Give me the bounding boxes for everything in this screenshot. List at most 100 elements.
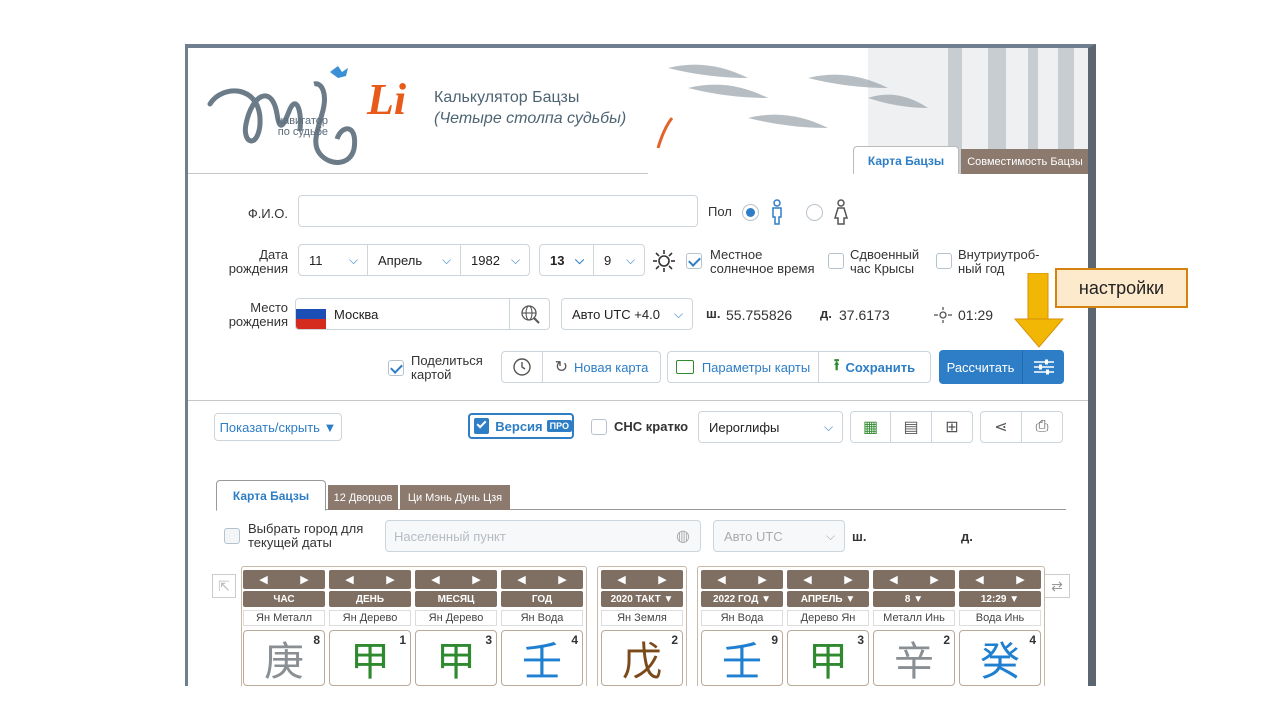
pillar-label[interactable]: 8 ▼ [873, 591, 955, 607]
share-button[interactable]: ⋖ [980, 411, 1022, 443]
pillar-nav[interactable]: ◀ ▶ [415, 570, 497, 589]
expand-icon[interactable]: ⇱ [212, 574, 236, 598]
history-button[interactable] [501, 351, 543, 383]
select-city-current-date-checkbox[interactable] [224, 528, 240, 544]
pillar-stem-glyph[interactable]: 癸4 [959, 630, 1041, 686]
prev-arrow-icon[interactable]: ◀ [501, 570, 542, 589]
next-arrow-icon[interactable]: ▶ [370, 570, 411, 589]
city-input[interactable]: Москва [295, 298, 550, 330]
pillar-nav[interactable]: ◀ ▶ [243, 570, 325, 589]
gender-female-radio[interactable] [806, 204, 823, 221]
next-arrow-icon[interactable]: ▶ [1000, 570, 1041, 589]
hour-select[interactable]: 13 ⌵ [539, 244, 594, 276]
pillar-stem-glyph[interactable]: 庚8 [243, 630, 325, 686]
next-arrow-icon[interactable]: ▶ [742, 570, 783, 589]
subtab-12-palaces[interactable]: 12 Дворцов [328, 485, 398, 510]
intrauterine-year-checkbox[interactable] [936, 253, 952, 269]
russia-flag-icon [296, 299, 326, 329]
prev-arrow-icon[interactable]: ◀ [701, 570, 742, 589]
pillar-stem-glyph[interactable]: 戊2 [601, 630, 683, 686]
current-longitude-label: д. [961, 529, 973, 544]
map-params-button[interactable]: Параметры карты [667, 351, 819, 383]
pillar-element: Ян Вода [701, 610, 783, 626]
pillar-label[interactable]: ДЕНЬ [329, 591, 411, 607]
current-city-input[interactable]: Населенный пункт ◍ [385, 520, 701, 552]
globe-search-icon[interactable] [509, 299, 549, 329]
calendar-view-button[interactable]: ▤ [890, 411, 932, 443]
logo-subtext: навигатор по судьбе [277, 115, 328, 138]
pillar-stem-glyph[interactable]: 壬9 [701, 630, 783, 686]
pillar-nav[interactable]: ◀ ▶ [873, 570, 955, 589]
prev-arrow-icon[interactable]: ◀ [601, 570, 642, 589]
pillar-nav[interactable]: ◀ ▶ [329, 570, 411, 589]
subtab-qimen[interactable]: Ци Мэнь Дунь Цзя [400, 485, 510, 510]
chs-short-checkbox[interactable] [591, 419, 607, 435]
prev-arrow-icon[interactable]: ◀ [959, 570, 1000, 589]
next-arrow-icon[interactable]: ▶ [642, 570, 683, 589]
share-map-checkbox[interactable] [388, 360, 404, 376]
layout-view-button[interactable]: ▦ [850, 411, 891, 443]
pillar-nav[interactable]: ◀ ▶ [601, 570, 683, 589]
display-mode-select[interactable]: Иероглифы ⌵ [698, 411, 843, 443]
birth-date-label: Дата рождения [228, 247, 288, 276]
calculate-button[interactable]: Рассчитать [939, 350, 1064, 384]
pillar-nav[interactable]: ◀ ▶ [959, 570, 1041, 589]
show-hide-button[interactable]: Показать/скрыть ▼ [214, 413, 342, 441]
next-arrow-icon[interactable]: ▶ [914, 570, 955, 589]
share-icon: ⋖ [994, 419, 1008, 436]
month-select[interactable]: Апрель ⌵ [367, 244, 461, 276]
prev-arrow-icon[interactable]: ◀ [787, 570, 828, 589]
pillar-label[interactable]: 2020 ТАКТ ▼ [601, 591, 683, 607]
minute-select[interactable]: 9 ⌵ [593, 244, 645, 276]
pillar-label[interactable]: 12:29 ▼ [959, 591, 1041, 607]
next-arrow-icon[interactable]: ▶ [828, 570, 869, 589]
pillar-label[interactable]: МЕСЯЦ [415, 591, 497, 607]
pillar-stem-glyph[interactable]: 壬4 [501, 630, 583, 686]
prev-arrow-icon[interactable]: ◀ [415, 570, 456, 589]
prev-arrow-icon[interactable]: ◀ [873, 570, 914, 589]
pillar-nav[interactable]: ◀ ▶ [501, 570, 583, 589]
utc-select[interactable]: Авто UTC +4.0 ⌵ [561, 298, 693, 330]
year-select[interactable]: 1982 ⌵ [460, 244, 530, 276]
sun-icon[interactable] [653, 250, 675, 272]
svg-text:Li: Li [366, 75, 407, 124]
female-icon [834, 199, 848, 225]
fio-input[interactable] [298, 195, 698, 227]
swap-icon[interactable]: ⇄ [1044, 574, 1070, 598]
double-rat-hour-checkbox[interactable] [828, 253, 844, 269]
pillar-element: Ян Металл [243, 610, 325, 626]
tab-bazi-map[interactable]: Карта Бацзы [853, 146, 959, 174]
pillar-stem-glyph[interactable]: 甲3 [787, 630, 869, 686]
print-button[interactable]: ⎙ [1021, 411, 1063, 443]
table-view-button[interactable]: ⊞ [931, 411, 973, 443]
mingli-logo: Li [207, 66, 407, 165]
pillar-label[interactable]: ЧАС [243, 591, 325, 607]
gender-male-radio[interactable] [742, 204, 759, 221]
tab-bazi-compatibility[interactable]: Совместимость Бацзы [961, 149, 1088, 174]
pillar-label[interactable]: 2022 ГОД ▼ [701, 591, 783, 607]
pillar-stem-glyph[interactable]: 辛2 [873, 630, 955, 686]
pillar-nav[interactable]: ◀ ▶ [701, 570, 783, 589]
settings-sliders-icon[interactable] [1023, 359, 1064, 375]
new-map-button[interactable]: ↻ Новая карта [542, 351, 661, 383]
pillar-label[interactable]: АПРЕЛЬ ▼ [787, 591, 869, 607]
pillar-label[interactable]: ГОД [501, 591, 583, 607]
prev-arrow-icon[interactable]: ◀ [329, 570, 370, 589]
current-utc-select[interactable]: Авто UTC ⌵ [713, 520, 845, 552]
subtab-bazi-map[interactable]: Карта Бацзы [216, 480, 326, 511]
day-select[interactable]: 11 ⌵ [298, 244, 368, 276]
prev-arrow-icon[interactable]: ◀ [243, 570, 284, 589]
pillar-stem-glyph[interactable]: 甲1 [329, 630, 411, 686]
next-arrow-icon[interactable]: ▶ [284, 570, 325, 589]
callout-arrow-icon [1013, 273, 1065, 348]
pillar-stem-glyph[interactable]: 甲3 [415, 630, 497, 686]
display-toolbar: Показать/скрыть ▼ Версия ПРО СНС кратко … [188, 400, 1088, 455]
version-pro-toggle[interactable]: Версия ПРО [468, 413, 574, 439]
next-arrow-icon[interactable]: ▶ [456, 570, 497, 589]
save-button[interactable]: ⭱ Сохранить [818, 351, 931, 383]
pillar-nav[interactable]: ◀ ▶ [787, 570, 869, 589]
checkbox-checked-icon [474, 418, 490, 434]
next-arrow-icon[interactable]: ▶ [542, 570, 583, 589]
local-solar-time-checkbox[interactable] [686, 253, 702, 269]
latitude-label: ш. [706, 306, 721, 321]
